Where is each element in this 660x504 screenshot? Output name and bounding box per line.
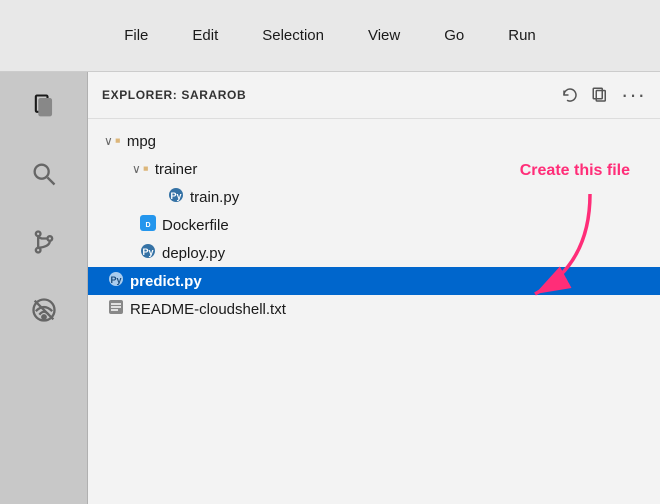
explorer-header-icons: ··· bbox=[561, 82, 646, 108]
folder-icon-trainer: ▪ bbox=[143, 159, 149, 179]
python-icon-deploy: Py bbox=[140, 243, 156, 263]
explorer-title: EXPLORER: SARAROB bbox=[102, 88, 246, 102]
menubar: File Edit Selection View Go Run bbox=[0, 0, 660, 72]
tree-item-deploy-py-label: deploy.py bbox=[162, 245, 225, 262]
tree-item-train-py-label: train.py bbox=[190, 189, 239, 206]
copy-icon[interactable] bbox=[591, 86, 609, 104]
explorer-header: EXPLORER: SARAROB ··· bbox=[88, 72, 660, 119]
tree-item-predict-py[interactable]: Py predict.py bbox=[88, 267, 660, 295]
menu-selection[interactable]: Selection bbox=[256, 23, 330, 48]
python-icon-train: Py bbox=[168, 187, 184, 207]
menu-view[interactable]: View bbox=[362, 23, 406, 48]
svg-text:D: D bbox=[145, 222, 150, 229]
menu-run[interactable]: Run bbox=[502, 23, 542, 48]
tree-item-mpg-label: mpg bbox=[127, 133, 156, 150]
chevron-mpg: ∨ bbox=[104, 134, 113, 148]
python-icon-predict: Py bbox=[108, 271, 124, 291]
tree-item-readme-label: README-cloudshell.txt bbox=[130, 301, 286, 318]
folder-icon-mpg: ▪ bbox=[115, 131, 121, 151]
activity-remote[interactable] bbox=[22, 288, 66, 332]
svg-text:Py: Py bbox=[110, 275, 121, 285]
activity-bar bbox=[0, 72, 88, 504]
tree-item-dockerfile[interactable]: D Dockerfile bbox=[88, 211, 660, 239]
tree-item-train-py[interactable]: Py train.py bbox=[88, 183, 660, 211]
menu-go[interactable]: Go bbox=[438, 23, 470, 48]
tree-item-dockerfile-label: Dockerfile bbox=[162, 217, 229, 234]
tree-item-mpg[interactable]: ∨ ▪ mpg bbox=[88, 127, 660, 155]
sidebar: EXPLORER: SARAROB ··· bbox=[88, 72, 660, 504]
menu-file[interactable]: File bbox=[118, 23, 154, 48]
tree-item-trainer-label: trainer bbox=[155, 161, 198, 178]
chevron-trainer: ∨ bbox=[132, 162, 141, 176]
file-tree: ∨ ▪ mpg ∨ ▪ trainer Py train.py bbox=[88, 119, 660, 504]
menu-edit[interactable]: Edit bbox=[186, 23, 224, 48]
docker-icon-dockerfile: D bbox=[140, 215, 156, 235]
tree-item-readme[interactable]: README-cloudshell.txt bbox=[88, 295, 660, 323]
tree-item-deploy-py[interactable]: Py deploy.py bbox=[88, 239, 660, 267]
txt-icon-readme bbox=[108, 299, 124, 319]
more-options-icon[interactable]: ··· bbox=[621, 82, 646, 108]
activity-search[interactable] bbox=[22, 152, 66, 196]
tree-item-trainer[interactable]: ∨ ▪ trainer bbox=[88, 155, 660, 183]
tree-item-predict-py-label: predict.py bbox=[130, 273, 202, 290]
main-area: EXPLORER: SARAROB ··· bbox=[0, 72, 660, 504]
svg-text:Py: Py bbox=[170, 191, 181, 201]
refresh-icon[interactable] bbox=[561, 86, 579, 104]
activity-explorer[interactable] bbox=[22, 84, 66, 128]
svg-text:Py: Py bbox=[142, 247, 153, 257]
activity-source-control[interactable] bbox=[22, 220, 66, 264]
